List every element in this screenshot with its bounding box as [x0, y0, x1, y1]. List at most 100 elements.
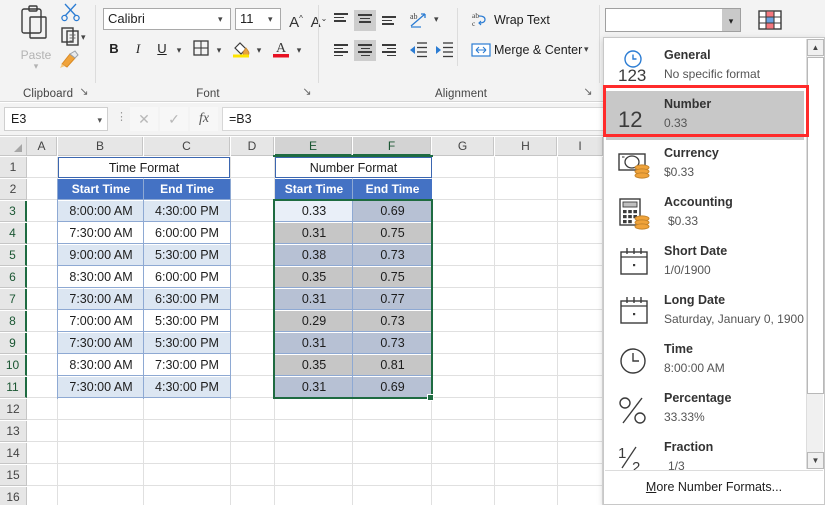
merge-center-caret-icon[interactable]: ▾ [584, 44, 589, 55]
row-header-15[interactable]: 15 [0, 465, 27, 486]
table-cell-active[interactable]: 0.33 [275, 201, 353, 222]
column-header-E[interactable]: E [275, 137, 352, 156]
row-header-5[interactable]: 5 [0, 245, 27, 266]
row-header-16[interactable]: 16 [0, 487, 27, 505]
right-table-header-start[interactable]: Start Time [275, 179, 353, 200]
row-header-7[interactable]: 7 [0, 289, 27, 310]
name-box[interactable]: E3 ▾ [4, 107, 108, 131]
number-format-item-percentage[interactable]: Percentage 33.33% [606, 385, 804, 434]
row-header-10[interactable]: 10 [0, 355, 27, 376]
wrap-text-icon[interactable]: ab c [470, 10, 492, 30]
row-header-14[interactable]: 14 [0, 443, 27, 464]
scrollbar-thumb[interactable] [807, 57, 824, 394]
orientation-icon[interactable]: ab [408, 10, 432, 32]
fill-handle[interactable] [427, 394, 434, 401]
table-cell[interactable]: 4:30:00 PM [144, 377, 230, 398]
more-number-formats-button[interactable]: More Number Formats... [605, 470, 823, 503]
conditional-formatting-icon[interactable] [756, 8, 784, 34]
table-cell[interactable]: 5:30:00 PM [144, 333, 230, 354]
row-header-6[interactable]: 6 [0, 267, 27, 288]
align-center-icon[interactable] [354, 40, 376, 61]
number-format-item-currency[interactable]: Currency $0.33 [606, 140, 804, 189]
left-table-header-start[interactable]: Start Time [58, 179, 144, 200]
table-cell[interactable]: 0.29 [275, 311, 353, 332]
table-cell[interactable]: 0.31 [275, 377, 353, 398]
table-cell[interactable]: 0.35 [275, 267, 353, 288]
table-cell[interactable]: 0.73 [353, 333, 432, 354]
table-cell[interactable]: 0.69 [353, 377, 432, 398]
table-cell[interactable]: 0.73 [353, 245, 432, 266]
table-cell[interactable]: 7:30:00 AM [58, 377, 144, 398]
align-right-icon[interactable] [378, 40, 400, 61]
row-header-11[interactable]: 11 [0, 377, 27, 398]
table-cell[interactable]: 8:00:00 AM [58, 201, 144, 222]
scroll-down-arrow-icon[interactable]: ▼ [807, 452, 824, 469]
number-format-item-accounting[interactable]: Accounting $0.33 [606, 189, 804, 238]
table-cell[interactable]: 7:30:00 PM [144, 355, 230, 376]
table-cell[interactable]: 5:30:00 PM [144, 245, 230, 266]
table-cell[interactable]: 0.35 [275, 355, 353, 376]
table-cell[interactable]: 0.31 [275, 223, 353, 244]
row-header-9[interactable]: 9 [0, 333, 27, 354]
table-cell[interactable]: 6:00:00 PM [144, 267, 230, 288]
font-name-caret-icon[interactable]: ▾ [218, 15, 227, 24]
format-painter-button[interactable] [58, 48, 84, 70]
align-top-icon[interactable] [330, 10, 352, 31]
left-table-header-end[interactable]: End Time [144, 179, 230, 200]
number-format-item-long-date[interactable]: Long Date Saturday, January 0, 1900 [606, 287, 804, 336]
table-cell[interactable]: 0.81 [353, 355, 432, 376]
paste-caret-icon[interactable]: ▾ [10, 62, 62, 71]
column-header-I[interactable]: I [558, 137, 603, 156]
table-cell[interactable]: 6:30:00 PM [144, 289, 230, 310]
italic-button[interactable]: I [127, 38, 149, 60]
table-cell[interactable]: 7:30:00 AM [58, 289, 144, 310]
font-color-caret-icon[interactable]: ▾ [293, 38, 305, 60]
scroll-up-arrow-icon[interactable]: ▲ [807, 39, 824, 56]
underline-button[interactable]: U [151, 38, 173, 60]
row-header-2[interactable]: 2 [0, 179, 27, 200]
font-dialog-launcher[interactable]: ↘ [301, 86, 313, 98]
bold-button[interactable]: B [103, 38, 125, 60]
underline-caret-icon[interactable]: ▾ [173, 38, 185, 60]
wrap-text-label[interactable]: Wrap Text [494, 13, 550, 27]
name-box-caret-icon[interactable]: ▾ [97, 115, 102, 126]
number-format-combo[interactable]: ▾ [605, 8, 741, 32]
table-cell[interactable]: 0.31 [275, 333, 353, 354]
column-header-G[interactable]: G [432, 137, 494, 156]
fill-color-button[interactable] [231, 38, 253, 60]
column-header-H[interactable]: H [495, 137, 557, 156]
left-table-title[interactable]: Time Format [58, 157, 230, 178]
right-table-title[interactable]: Number Format [275, 157, 432, 178]
insert-function-button[interactable]: fx [190, 107, 218, 131]
table-cell[interactable]: 0.75 [353, 267, 432, 288]
merge-center-label[interactable]: Merge & Center [494, 43, 582, 57]
column-header-D[interactable]: D [231, 137, 274, 156]
font-name-input[interactable]: Calibri ▾ [103, 8, 231, 30]
table-cell[interactable]: 6:00:00 PM [144, 223, 230, 244]
number-format-combo-caret-icon[interactable]: ▾ [722, 9, 740, 31]
orientation-caret-icon[interactable]: ▾ [434, 14, 439, 25]
table-cell[interactable]: 0.38 [275, 245, 353, 266]
table-cell[interactable]: 7:30:00 AM [58, 223, 144, 244]
copy-caret-icon[interactable]: ▾ [81, 32, 86, 43]
table-cell[interactable]: 5:30:00 PM [144, 311, 230, 332]
row-header-4[interactable]: 4 [0, 223, 27, 244]
increase-font-size-button[interactable]: A^ [285, 8, 307, 31]
row-header-3[interactable]: 3 [0, 201, 27, 222]
borders-button[interactable] [191, 38, 213, 60]
table-cell[interactable]: 0.69 [353, 201, 432, 222]
merge-center-icon[interactable] [470, 40, 492, 60]
number-format-item-short-date[interactable]: Short Date 1/0/1900 [606, 238, 804, 287]
select-all-corner[interactable] [0, 137, 27, 156]
table-cell[interactable]: 0.31 [275, 289, 353, 310]
table-cell[interactable]: 7:00:00 AM [58, 311, 144, 332]
row-header-1[interactable]: 1 [0, 157, 27, 178]
fill-color-caret-icon[interactable]: ▾ [253, 38, 265, 60]
confirm-formula-button[interactable]: ✓ [160, 107, 188, 131]
borders-caret-icon[interactable]: ▾ [213, 38, 225, 60]
number-format-item-general[interactable]: 123 General No specific format [606, 42, 804, 91]
font-color-button[interactable]: A [271, 38, 293, 60]
align-left-icon[interactable] [330, 40, 352, 61]
table-cell[interactable]: 0.73 [353, 311, 432, 332]
column-header-A[interactable]: A [27, 137, 57, 156]
